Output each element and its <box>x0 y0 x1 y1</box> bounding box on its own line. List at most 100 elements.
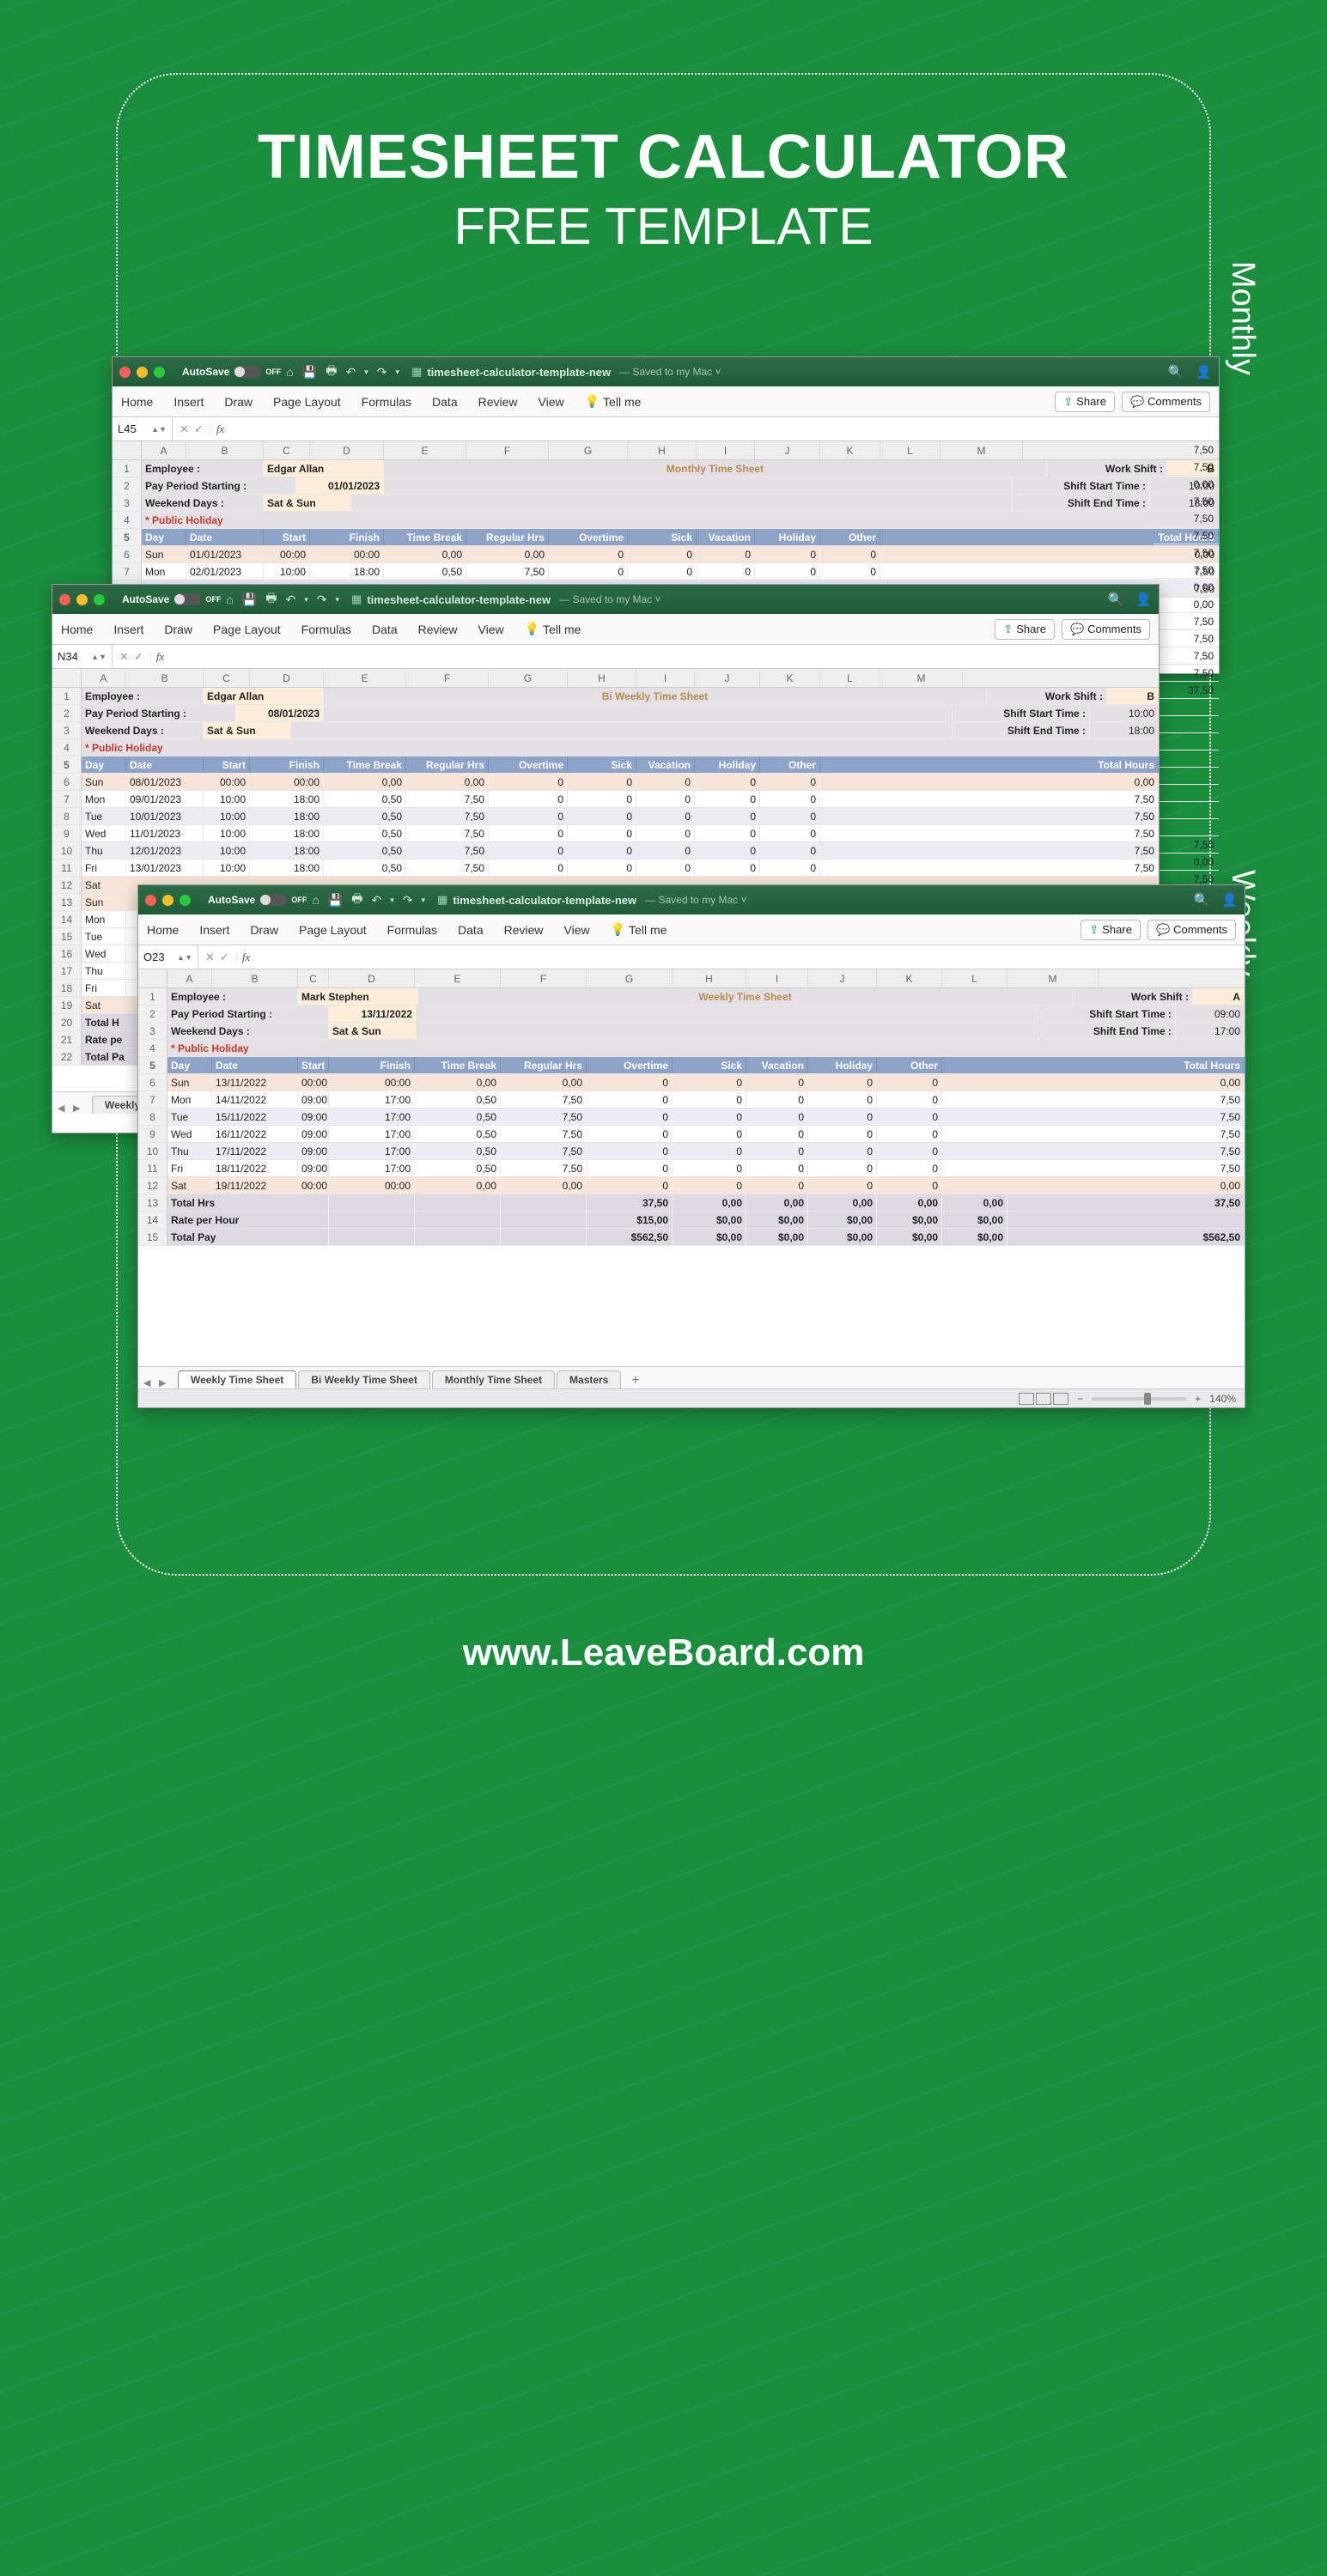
col-header[interactable]: H <box>673 969 746 987</box>
select-all-corner[interactable] <box>52 669 82 687</box>
col-header[interactable]: C <box>298 969 329 987</box>
column-headers[interactable]: ABCDEFGHIJKLM <box>52 669 1159 688</box>
col-header[interactable]: E <box>324 669 406 687</box>
tell-me[interactable]: 💡Tell me <box>585 394 642 409</box>
tell-me[interactable]: 💡Tell me <box>611 922 667 937</box>
col-header[interactable]: K <box>760 669 820 687</box>
table-row[interactable]: 8Tue15/11/202209:0017:000,507,50000007,5… <box>138 1109 1245 1126</box>
col-header[interactable]: J <box>755 441 820 459</box>
col-header[interactable]: M <box>940 441 1023 459</box>
col-header[interactable]: L <box>942 969 1007 987</box>
table-row[interactable]: 7Mon09/01/202310:0018:000,507,50000007,5… <box>52 791 1159 808</box>
col-header[interactable]: G <box>587 969 673 987</box>
redo-icon[interactable]: ↷ <box>317 592 327 607</box>
window-controls[interactable] <box>59 594 105 605</box>
col-header[interactable]: A <box>82 669 126 687</box>
col-header[interactable]: F <box>466 441 549 459</box>
window-controls[interactable] <box>145 895 191 906</box>
ribbon-tab-view[interactable]: View <box>478 623 504 636</box>
print-icon[interactable]: 🖶 <box>351 890 362 910</box>
name-box[interactable]: L45▲▼ <box>113 417 173 440</box>
tab-nav-prev-icon[interactable]: ◀ <box>143 1377 157 1388</box>
col-header[interactable]: K <box>877 969 942 987</box>
autosave-toggle[interactable]: AutoSaveOFF <box>208 894 307 906</box>
col-header[interactable]: G <box>549 441 628 459</box>
search-icon[interactable]: 🔍 <box>1108 592 1124 607</box>
cancel-icon[interactable]: ✕ <box>205 951 215 964</box>
sheet-tab[interactable]: Masters <box>557 1370 621 1388</box>
redo-icon[interactable]: ↷ <box>403 893 413 908</box>
sheet-tab[interactable]: Bi Weekly Time Sheet <box>298 1370 430 1388</box>
col-header[interactable]: L <box>880 441 940 459</box>
ribbon-tab-data[interactable]: Data <box>432 395 458 409</box>
col-header[interactable]: D <box>329 969 415 987</box>
col-header[interactable]: E <box>384 441 466 459</box>
ribbon-tab-page-layout[interactable]: Page Layout <box>273 395 341 409</box>
col-header[interactable]: F <box>406 669 489 687</box>
ribbon-tab-home[interactable]: Home <box>61 623 93 636</box>
ribbon-tab-data[interactable]: Data <box>372 623 398 636</box>
ribbon-tab-formulas[interactable]: Formulas <box>387 923 437 937</box>
undo-icon[interactable]: ↶ <box>285 592 295 607</box>
zoom-out-icon[interactable]: − <box>1077 1393 1083 1405</box>
user-icon[interactable]: 👤 <box>1196 364 1212 380</box>
select-all-corner[interactable] <box>138 969 167 987</box>
col-header[interactable]: C <box>204 669 250 687</box>
col-header[interactable]: I <box>697 441 755 459</box>
table-row[interactable]: 9Wed11/01/202310:0018:000,507,50000007,5… <box>52 825 1159 842</box>
table-row[interactable]: 6Sun08/01/202300:0000:000,000,00000000,0… <box>52 774 1159 791</box>
col-header[interactable]: D <box>310 441 384 459</box>
user-icon[interactable]: 👤 <box>1135 592 1152 607</box>
sheet-tab[interactable]: Monthly Time Sheet <box>432 1370 555 1388</box>
tab-nav-prev-icon[interactable]: ◀ <box>58 1103 71 1114</box>
col-header[interactable]: I <box>746 969 808 987</box>
table-row[interactable]: 10Thu12/01/202310:0018:000,507,50000007,… <box>52 842 1159 860</box>
autosave-toggle[interactable]: AutoSaveOFF <box>182 366 281 378</box>
col-header[interactable]: M <box>880 669 963 687</box>
ribbon-tab-formulas[interactable]: Formulas <box>301 623 351 636</box>
save-icon[interactable]: 💾 <box>242 592 257 607</box>
quick-access-toolbar[interactable]: ⌂ 💾 🖶 ↶▾ ↷▾ <box>226 589 339 610</box>
autosave-toggle[interactable]: AutoSaveOFF <box>122 593 221 605</box>
ribbon-tab-data[interactable]: Data <box>458 923 484 937</box>
zoom-slider[interactable] <box>1092 1397 1186 1400</box>
home-icon[interactable]: ⌂ <box>226 592 233 606</box>
table-row[interactable]: 8Tue10/01/202310:0018:000,507,50000007,5… <box>52 808 1159 825</box>
col-header[interactable]: B <box>186 441 264 459</box>
confirm-icon[interactable]: ✓ <box>194 422 204 436</box>
comments-button[interactable]: 💬Comments <box>1122 392 1210 412</box>
view-switcher[interactable] <box>1019 1393 1068 1405</box>
col-header[interactable]: K <box>820 441 880 459</box>
ribbon-tab-home[interactable]: Home <box>147 923 179 937</box>
ribbon-tab-page-layout[interactable]: Page Layout <box>299 923 367 937</box>
confirm-icon[interactable]: ✓ <box>134 650 143 664</box>
share-button[interactable]: ⇪Share <box>1080 920 1141 940</box>
col-header[interactable]: L <box>820 669 880 687</box>
col-header[interactable]: B <box>212 969 298 987</box>
col-header[interactable]: A <box>142 441 186 459</box>
ribbon-tab-view[interactable]: View <box>564 923 590 937</box>
column-headers[interactable]: ABCDEFGHIJKLM <box>113 441 1219 460</box>
ribbon-tab-home[interactable]: Home <box>121 395 153 409</box>
col-header[interactable]: I <box>636 669 695 687</box>
col-header[interactable]: M <box>1007 969 1099 987</box>
ribbon-tab-insert[interactable]: Insert <box>173 395 204 409</box>
home-icon[interactable]: ⌂ <box>312 893 319 907</box>
ribbon-tab-view[interactable]: View <box>539 395 564 409</box>
ribbon-tab-insert[interactable]: Insert <box>199 923 229 937</box>
cancel-icon[interactable]: ✕ <box>180 422 189 436</box>
redo-icon[interactable]: ↷ <box>377 365 387 380</box>
print-icon[interactable]: 🖶 <box>265 589 277 610</box>
print-icon[interactable]: 🖶 <box>326 361 337 382</box>
column-headers[interactable]: ABCDEFGHIJKLM <box>138 969 1245 988</box>
user-icon[interactable]: 👤 <box>1221 892 1238 908</box>
table-row[interactable]: 7Mon14/11/202209:0017:000,507,50000007,5… <box>138 1091 1245 1109</box>
search-icon[interactable]: 🔍 <box>1194 892 1210 908</box>
col-header[interactable]: C <box>264 441 310 459</box>
col-header[interactable]: H <box>568 669 636 687</box>
zoom-in-icon[interactable]: + <box>1195 1393 1201 1405</box>
ribbon-tab-review[interactable]: Review <box>418 623 458 636</box>
name-box[interactable]: O23▲▼ <box>138 945 198 969</box>
undo-icon[interactable]: ↶ <box>371 893 381 908</box>
comments-button[interactable]: 💬Comments <box>1062 619 1150 640</box>
